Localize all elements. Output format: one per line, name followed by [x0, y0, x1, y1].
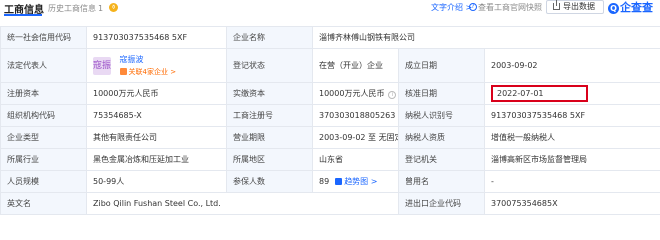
company-type-label: 企业类型	[0, 126, 87, 149]
region-label: 所属地区	[226, 148, 313, 171]
avatar[interactable]: 寇振	[93, 56, 111, 75]
table-row: 法定代表人 寇振 寇振波 关联4家企业 > 登记状态 在营（开业）企业 成立日期…	[0, 48, 660, 83]
highlight-box: 2022-07-01	[491, 85, 588, 102]
reg-capital-label: 注册资本	[0, 82, 87, 105]
vip-badge-icon: ⚱	[109, 3, 118, 12]
credit-code-value: 913703037535468 5XF	[86, 26, 227, 49]
table-row: 人员规模 50-99人 参保人数 89 趋势图 > 曾用名 -	[0, 170, 660, 193]
export-label: 导出数据	[563, 2, 595, 11]
approval-date-value: 2022-07-01	[497, 89, 544, 98]
legal-rep-label: 法定代表人	[0, 48, 87, 83]
export-button[interactable]: 导出数据	[546, 0, 604, 14]
taxpayer-qual-value: 增值税一般纳税人	[483, 126, 660, 149]
paid-capital-value: 10000万元人民币	[319, 89, 385, 98]
section-header: 工商信息 历史工商信息 1 ⚱ 文字介绍 > ? 查看工商官网快照 导出数据 Q企…	[0, 0, 660, 16]
approval-date-cell: 2022-07-01	[483, 82, 660, 105]
qichacha-logo: Q 企查查	[608, 0, 653, 15]
paid-capital-label: 实缴资本	[226, 82, 313, 105]
staff-size-label: 人员规模	[0, 170, 87, 193]
approval-date-label: 核准日期	[398, 82, 485, 105]
company-type-value: 其他有限责任公司	[86, 126, 227, 149]
table-row: 注册资本 10000万元人民币 实缴资本 10000万元人民币 i 核准日期 20…	[0, 82, 660, 105]
industry-label: 所属行业	[0, 148, 87, 171]
business-info-table: 统一社会信用代码 913703037535468 5XF 企业名称 淄博齐林傅山…	[0, 26, 660, 215]
reg-number-label: 工商注册号	[226, 104, 313, 127]
taxpayer-id-value: 913703037535468 5XF	[483, 104, 660, 127]
founded-date-value: 2003-09-02	[483, 48, 660, 83]
logo-icon: Q	[608, 3, 619, 14]
org-code-value: 75354685-X	[86, 104, 227, 127]
table-row: 统一社会信用代码 913703037535468 5XF 企业名称 淄博齐林傅山…	[0, 26, 660, 49]
insured-cell: 89 趋势图 >	[312, 170, 399, 193]
authority-value: 淄博高新区市场监督管理局	[483, 148, 660, 171]
business-term-label: 营业期限	[226, 126, 313, 149]
import-export-code-label: 进出口企业代码	[398, 192, 485, 215]
staff-size-value: 50-99人	[86, 170, 227, 193]
history-tab-label: 历史工商信息	[48, 4, 96, 13]
table-row: 英文名 Zibo Qilin Fushan Steel Co., Ltd. 进出…	[0, 192, 660, 215]
english-name-value: Zibo Qilin Fushan Steel Co., Ltd.	[86, 192, 399, 215]
help-icon[interactable]: ?	[469, 3, 477, 11]
legal-rep-cell: 寇振 寇振波 关联4家企业 >	[86, 48, 227, 83]
related-companies-link[interactable]: 关联4家企业 >	[119, 67, 177, 77]
table-row: 组织机构代码 75354685-X 工商注册号 370303018805263 …	[0, 104, 660, 127]
business-term-value: 2003-09-02 至 无固定期限	[312, 126, 399, 149]
legal-rep-name-link[interactable]: 寇振波	[120, 54, 177, 65]
credit-code-label: 统一社会信用代码	[0, 26, 87, 49]
import-export-code-value: 370075354685X	[483, 192, 660, 215]
org-code-label: 组织机构代码	[0, 104, 87, 127]
authority-label: 登记机关	[398, 148, 485, 171]
former-name-label: 曾用名	[398, 170, 485, 193]
taxpayer-id-label: 纳税人识别号	[398, 104, 485, 127]
status-value: 在营（开业）企业	[312, 48, 399, 83]
trend-chart-link[interactable]: 趋势图 >	[335, 177, 377, 186]
industry-value: 黑色金属冶炼和压延加工业	[86, 148, 227, 171]
logo-text: 企查查	[620, 1, 653, 14]
trend-chart-text: 趋势图 >	[344, 177, 378, 186]
title-underline	[4, 14, 42, 16]
export-icon	[553, 0, 560, 10]
insured-label: 参保人数	[226, 170, 313, 193]
table-row: 所属行业 黑色金属冶炼和压延加工业 所属地区 山东省 登记机关 淄博高新区市场监…	[0, 148, 660, 171]
english-name-label: 英文名	[0, 192, 87, 215]
info-icon[interactable]: i	[388, 91, 397, 99]
status-label: 登记状态	[226, 48, 313, 83]
trend-icon	[335, 178, 343, 185]
former-name-value: -	[483, 170, 660, 193]
company-name-label: 企业名称	[226, 26, 313, 49]
intro-link[interactable]: 文字介绍 >	[431, 2, 472, 13]
founded-date-label: 成立日期	[398, 48, 485, 83]
region-value: 山东省	[312, 148, 399, 171]
table-row: 企业类型 其他有限责任公司 营业期限 2003-09-02 至 无固定期限 纳税…	[0, 126, 660, 149]
reg-capital-value: 10000万元人民币	[86, 82, 227, 105]
reg-number-value: 370303018805263	[312, 104, 399, 127]
company-name-value: 淄博齐林傅山钢铁有限公司	[311, 26, 660, 49]
related-companies-text: 关联4家企业 >	[128, 68, 177, 76]
snapshot-link[interactable]: 查看工商官网快照	[478, 2, 542, 13]
history-tab[interactable]: 历史工商信息 1	[48, 3, 103, 14]
related-icon	[119, 68, 127, 75]
history-count: 1	[98, 4, 104, 13]
paid-capital-cell: 10000万元人民币 i	[312, 82, 399, 105]
taxpayer-qual-label: 纳税人资质	[398, 126, 485, 149]
insured-value: 89	[319, 177, 330, 186]
